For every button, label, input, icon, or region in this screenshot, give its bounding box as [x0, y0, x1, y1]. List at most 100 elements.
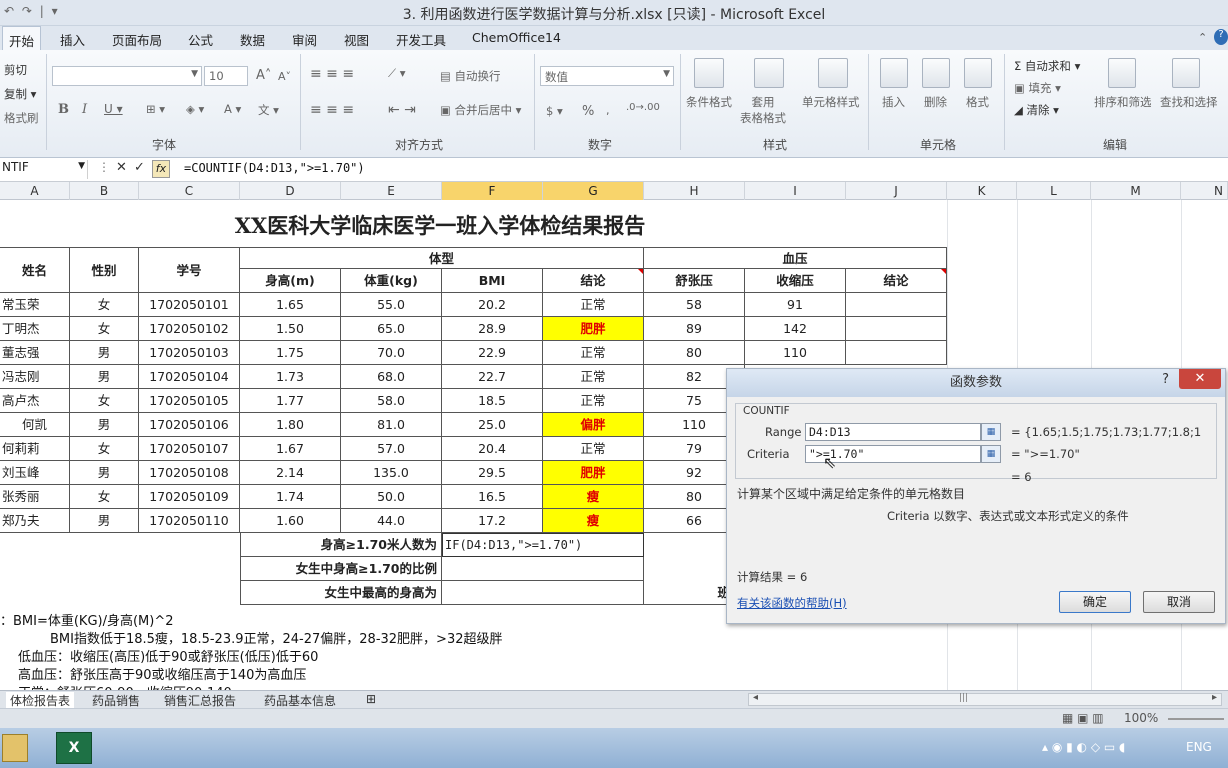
- table-cell[interactable]: 张秀丽: [0, 485, 70, 509]
- table-cell[interactable]: 1.74: [240, 485, 341, 509]
- tab-formulas[interactable]: 公式: [188, 30, 213, 49]
- table-cell[interactable]: 89: [644, 317, 745, 341]
- table-cell[interactable]: 1.67: [240, 437, 341, 461]
- italic-button[interactable]: I: [82, 102, 87, 117]
- table-cell[interactable]: 女: [70, 437, 139, 461]
- percent-button[interactable]: %: [582, 104, 594, 119]
- criteria-picker-icon[interactable]: ▦: [981, 445, 1001, 463]
- table-cell[interactable]: 68.0: [341, 365, 442, 389]
- table-cell[interactable]: 22.9: [442, 341, 543, 365]
- bold-button[interactable]: B: [58, 102, 69, 117]
- tab-developer[interactable]: 开发工具: [396, 30, 446, 49]
- table-cell[interactable]: 正常: [543, 389, 644, 413]
- table-cell[interactable]: 丁明杰: [0, 317, 70, 341]
- tab-page-layout[interactable]: 页面布局: [112, 30, 162, 49]
- table-format-icon[interactable]: [754, 58, 784, 88]
- summary-value[interactable]: [442, 557, 644, 581]
- sheet-tab[interactable]: 销售汇总报告: [164, 692, 236, 709]
- sheet-tab[interactable]: 药品销售: [92, 692, 140, 709]
- table-cell[interactable]: 17.2: [442, 509, 543, 533]
- table-cell[interactable]: 20.4: [442, 437, 543, 461]
- collapse-ribbon-icon[interactable]: ⌃: [1198, 31, 1207, 44]
- table-cell[interactable]: 高卢杰: [0, 389, 70, 413]
- insert-cells-icon[interactable]: [880, 58, 908, 88]
- table-cell[interactable]: 男: [70, 413, 139, 437]
- table-cell[interactable]: 1.77: [240, 389, 341, 413]
- column-header[interactable]: M: [1091, 182, 1181, 200]
- table-cell[interactable]: 瘦: [543, 485, 644, 509]
- table-cell[interactable]: 1702050104: [139, 365, 240, 389]
- table-cell[interactable]: 1702050108: [139, 461, 240, 485]
- tab-insert[interactable]: 插入: [60, 30, 85, 49]
- table-cell[interactable]: 刘玉峰: [0, 461, 70, 485]
- table-cell[interactable]: 1702050101: [139, 293, 240, 317]
- sort-filter-icon[interactable]: [1108, 58, 1136, 88]
- range-input[interactable]: D4:D13: [805, 423, 981, 441]
- table-cell[interactable]: 女: [70, 389, 139, 413]
- dialog-help-icon[interactable]: ?: [1162, 372, 1169, 387]
- column-header[interactable]: I: [745, 182, 846, 200]
- table-cell[interactable]: 70.0: [341, 341, 442, 365]
- table-cell[interactable]: 2.14: [240, 461, 341, 485]
- ok-button[interactable]: 确定: [1059, 591, 1131, 613]
- scroll-right-icon[interactable]: ▸: [1212, 692, 1217, 703]
- phonetic-icon[interactable]: 文 ▾: [258, 102, 279, 118]
- wrap-text-button[interactable]: ▤ 自动换行: [440, 68, 501, 84]
- language-indicator[interactable]: ENG: [1186, 740, 1212, 754]
- table-cell[interactable]: 何莉莉: [0, 437, 70, 461]
- table-cell[interactable]: 44.0: [341, 509, 442, 533]
- font-size-combo[interactable]: 10: [204, 66, 248, 86]
- table-cell[interactable]: 1702050102: [139, 317, 240, 341]
- column-header[interactable]: L: [1017, 182, 1091, 200]
- zoom-slider[interactable]: [1168, 718, 1224, 720]
- grow-font-icon[interactable]: A˄: [256, 68, 271, 83]
- table-cell[interactable]: 常玉荣: [0, 293, 70, 317]
- table-cell[interactable]: 1702050105: [139, 389, 240, 413]
- table-cell[interactable]: [846, 341, 947, 365]
- scroll-left-icon[interactable]: ◂: [753, 692, 758, 703]
- clear-button[interactable]: ◢ 清除 ▾: [1014, 102, 1059, 118]
- comma-icon[interactable]: ,: [606, 104, 610, 117]
- find-select-icon[interactable]: [1172, 58, 1200, 88]
- table-cell[interactable]: 1702050110: [139, 509, 240, 533]
- insert-function-icon[interactable]: fx: [152, 160, 170, 178]
- table-cell[interactable]: 80: [644, 341, 745, 365]
- zoom-level[interactable]: 100%: [1124, 711, 1158, 725]
- number-format-combo[interactable]: 数值 ▼: [540, 66, 674, 86]
- table-cell[interactable]: 女: [70, 317, 139, 341]
- table-cell[interactable]: 正常: [543, 341, 644, 365]
- table-format-button[interactable]: 套用 表格格式: [740, 94, 786, 126]
- table-cell[interactable]: 1702050106: [139, 413, 240, 437]
- table-cell[interactable]: 女: [70, 485, 139, 509]
- fill-color-icon[interactable]: ◈ ▾: [186, 102, 204, 116]
- column-header[interactable]: C: [139, 182, 240, 200]
- table-cell[interactable]: 142: [745, 317, 846, 341]
- table-cell[interactable]: 男: [70, 509, 139, 533]
- sheet-tab-active[interactable]: 体检报告表: [6, 692, 75, 709]
- format-cells-button[interactable]: 格式: [966, 94, 989, 110]
- sheet-tab[interactable]: 药品基本信息: [264, 692, 336, 709]
- table-cell[interactable]: 偏胖: [543, 413, 644, 437]
- delete-cells-icon[interactable]: [922, 58, 950, 88]
- table-cell[interactable]: 1702050107: [139, 437, 240, 461]
- horizontal-scrollbar[interactable]: ◂ ||| ▸: [748, 692, 1222, 706]
- new-sheet-icon[interactable]: ⊞: [366, 692, 376, 706]
- tab-home[interactable]: 开始: [2, 26, 42, 51]
- table-cell[interactable]: 58: [644, 293, 745, 317]
- column-header[interactable]: N: [1181, 182, 1228, 200]
- file-explorer-icon[interactable]: [2, 734, 28, 762]
- table-cell[interactable]: 正常: [543, 293, 644, 317]
- orientation-icon[interactable]: ⟋ ▾: [388, 66, 405, 81]
- table-cell[interactable]: 91: [745, 293, 846, 317]
- format-cells-icon[interactable]: [964, 58, 992, 88]
- formula-input[interactable]: =COUNTIF(D4:D13,">=1.70"): [184, 161, 365, 175]
- table-cell[interactable]: 58.0: [341, 389, 442, 413]
- table-cell[interactable]: 25.0: [442, 413, 543, 437]
- enter-icon[interactable]: ✓: [134, 160, 145, 175]
- table-cell[interactable]: 20.2: [442, 293, 543, 317]
- table-cell[interactable]: 65.0: [341, 317, 442, 341]
- sort-filter-button[interactable]: 排序和筛选: [1094, 94, 1152, 110]
- find-select-button[interactable]: 查找和选择: [1160, 94, 1218, 110]
- table-cell[interactable]: 1.80: [240, 413, 341, 437]
- cancel-button[interactable]: 取消: [1143, 591, 1215, 613]
